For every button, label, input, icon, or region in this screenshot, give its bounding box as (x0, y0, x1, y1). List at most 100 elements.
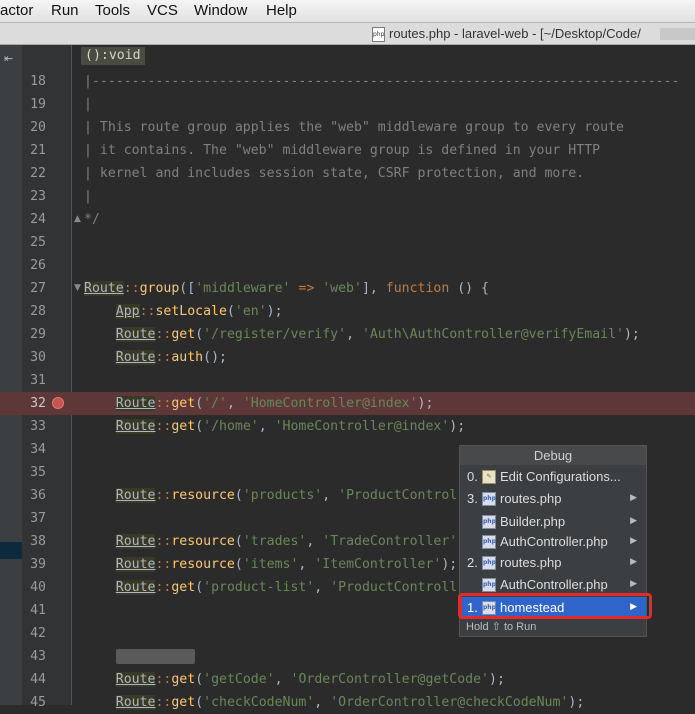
code-text[interactable]: Route::get('checkCodeNum', 'OrderControl… (84, 691, 584, 714)
string-literal: 'OrderController@getCode' (290, 672, 490, 687)
class-ref[interactable]: Route (115, 396, 156, 411)
code-text[interactable]: Route::group(['middleware' => 'web'], fu… (84, 277, 489, 300)
method-name[interactable]: resource (171, 534, 235, 549)
operator: :: (155, 580, 172, 595)
class-ref[interactable]: Route (115, 488, 156, 503)
method-name[interactable]: get (171, 695, 195, 710)
item-number: 3. (467, 491, 478, 506)
code-text[interactable]: Route::get('/', 'HomeController@index'); (84, 392, 433, 415)
item-label: AuthController.php (500, 534, 608, 549)
string-literal: 'getCode' (203, 672, 275, 687)
code-text[interactable]: | it contains. The "web" middleware grou… (84, 139, 600, 162)
menu-item-edit-configurations[interactable]: 0. ✎ Edit Configurations... (460, 466, 646, 487)
submenu-arrow-icon: ▶ (630, 516, 637, 526)
class-ref[interactable]: Route (115, 557, 156, 572)
fold-marker-icon[interactable]: ▼ (74, 283, 81, 293)
menu-help[interactable]: Help (266, 2, 297, 19)
line-number: 40 (30, 580, 46, 595)
class-ref[interactable]: Route (115, 419, 156, 434)
string-literal: '/' (203, 396, 227, 411)
line-number: 34 (30, 442, 46, 457)
code-text[interactable]: Route::get('getCode', 'OrderController@g… (84, 668, 505, 691)
menu-item-builder-php[interactable]: php Builder.php ▶ (460, 511, 646, 532)
class-ref[interactable]: Route (115, 695, 156, 710)
menu-run[interactable]: Run (51, 2, 79, 19)
item-number: 2. (467, 555, 478, 570)
line-number: 32 (30, 396, 46, 411)
line-number: 25 (30, 235, 46, 250)
code-text[interactable]: middleware (84, 645, 196, 668)
menu-item-authcontroller-php[interactable]: php AuthController.php ▶ (460, 531, 646, 552)
window-title: routes.php - laravel-web - [~/Desktop/Co… (389, 26, 641, 41)
class-ref[interactable]: Route (115, 534, 156, 549)
class-ref[interactable]: Route (115, 350, 156, 365)
code-line: 26 (0, 254, 695, 277)
menu-item-authcontroller-php-2[interactable]: php AuthController.php ▶ (460, 574, 646, 595)
code-text[interactable]: App::setLocale('en'); (84, 300, 283, 323)
method-name[interactable]: resource (171, 488, 235, 503)
operator: :: (155, 350, 172, 365)
breakpoint-icon[interactable] (52, 397, 64, 409)
code-text[interactable]: Route::get('/register/verify', 'Auth\Aut… (84, 323, 640, 346)
method-name[interactable]: resource (171, 557, 235, 572)
method-name[interactable]: group (140, 281, 180, 296)
class-ref[interactable]: Route (115, 580, 156, 595)
code-text[interactable]: Route::resource('trades', 'TradeControll… (84, 530, 457, 553)
menu-tools[interactable]: Tools (95, 2, 130, 19)
php-file-icon: php (482, 515, 496, 529)
string-literal: 'product-list' (203, 580, 315, 595)
redacted-code: middleware (115, 649, 196, 664)
code-text[interactable]: |---------------------------------------… (84, 70, 679, 93)
php-file-icon: php (372, 27, 385, 42)
code-line: 43 middleware (0, 645, 695, 668)
class-ref[interactable]: Route (115, 672, 156, 687)
item-label: routes.php (500, 491, 562, 506)
menu-refactor[interactable]: actor (0, 2, 33, 19)
operator: :: (155, 396, 172, 411)
menu-vcs[interactable]: VCS (147, 2, 178, 19)
item-label: routes.php (500, 555, 562, 570)
line-number: 41 (30, 603, 46, 618)
class-ref[interactable]: Route (84, 281, 124, 296)
method-name[interactable]: get (171, 419, 195, 434)
class-ref[interactable]: Route (115, 327, 156, 342)
string-literal: 'trades' (242, 534, 307, 549)
code-text[interactable]: | (84, 93, 92, 116)
collapse-icon[interactable]: ⇤ (4, 52, 13, 65)
menu-window[interactable]: Window (194, 2, 247, 19)
string-literal: 'TradeController' (322, 534, 458, 549)
menu-item-routes-php[interactable]: 3. php routes.php ▶ (460, 488, 646, 509)
method-name[interactable]: get (171, 672, 195, 687)
code-text[interactable]: Route::get('/home', 'HomeController@inde… (84, 415, 465, 438)
code-text[interactable]: | This route group applies the "web" mid… (84, 116, 624, 139)
line-number: 33 (30, 419, 46, 434)
code-text[interactable]: | (84, 185, 92, 208)
line-number: 37 (30, 511, 46, 526)
line-number: 35 (30, 465, 46, 480)
method-name[interactable]: auth (171, 350, 203, 365)
operator: :: (123, 281, 140, 296)
method-name[interactable]: setLocale (155, 304, 226, 319)
method-name[interactable]: get (171, 327, 195, 342)
code-text[interactable]: */ (84, 208, 100, 231)
string-literal: 'web' (322, 281, 362, 296)
code-line: 33 Route::get('/home', 'HomeController@i… (0, 415, 695, 438)
annotation-highlight-box (458, 593, 652, 619)
line-number: 22 (30, 166, 46, 181)
popup-title: Debug (460, 446, 646, 465)
code-text[interactable]: Route::get('product-list', 'ProductContr… (84, 576, 457, 599)
method-name[interactable]: get (171, 580, 195, 595)
code-text[interactable]: Route::auth(); (84, 346, 227, 369)
method-name[interactable]: get (171, 396, 195, 411)
code-text[interactable]: Route::resource('products', 'ProductCont… (84, 484, 457, 507)
menu-item-routes-php-2[interactable]: 2. php routes.php ▶ (460, 552, 646, 573)
code-text[interactable]: | kernel and includes session state, CSR… (84, 162, 584, 185)
code-line: 21 | it contains. The "web" middleware g… (0, 139, 695, 162)
item-label: Builder.php (500, 514, 566, 529)
class-ref[interactable]: App (115, 304, 140, 319)
code-line: 30 Route::auth(); (0, 346, 695, 369)
line-number: 43 (30, 649, 46, 664)
code-line: 18 |------------------------------------… (0, 70, 695, 93)
fold-marker-icon[interactable]: ▲ (74, 214, 81, 224)
code-text[interactable]: Route::resource('items', 'ItemController… (84, 553, 457, 576)
